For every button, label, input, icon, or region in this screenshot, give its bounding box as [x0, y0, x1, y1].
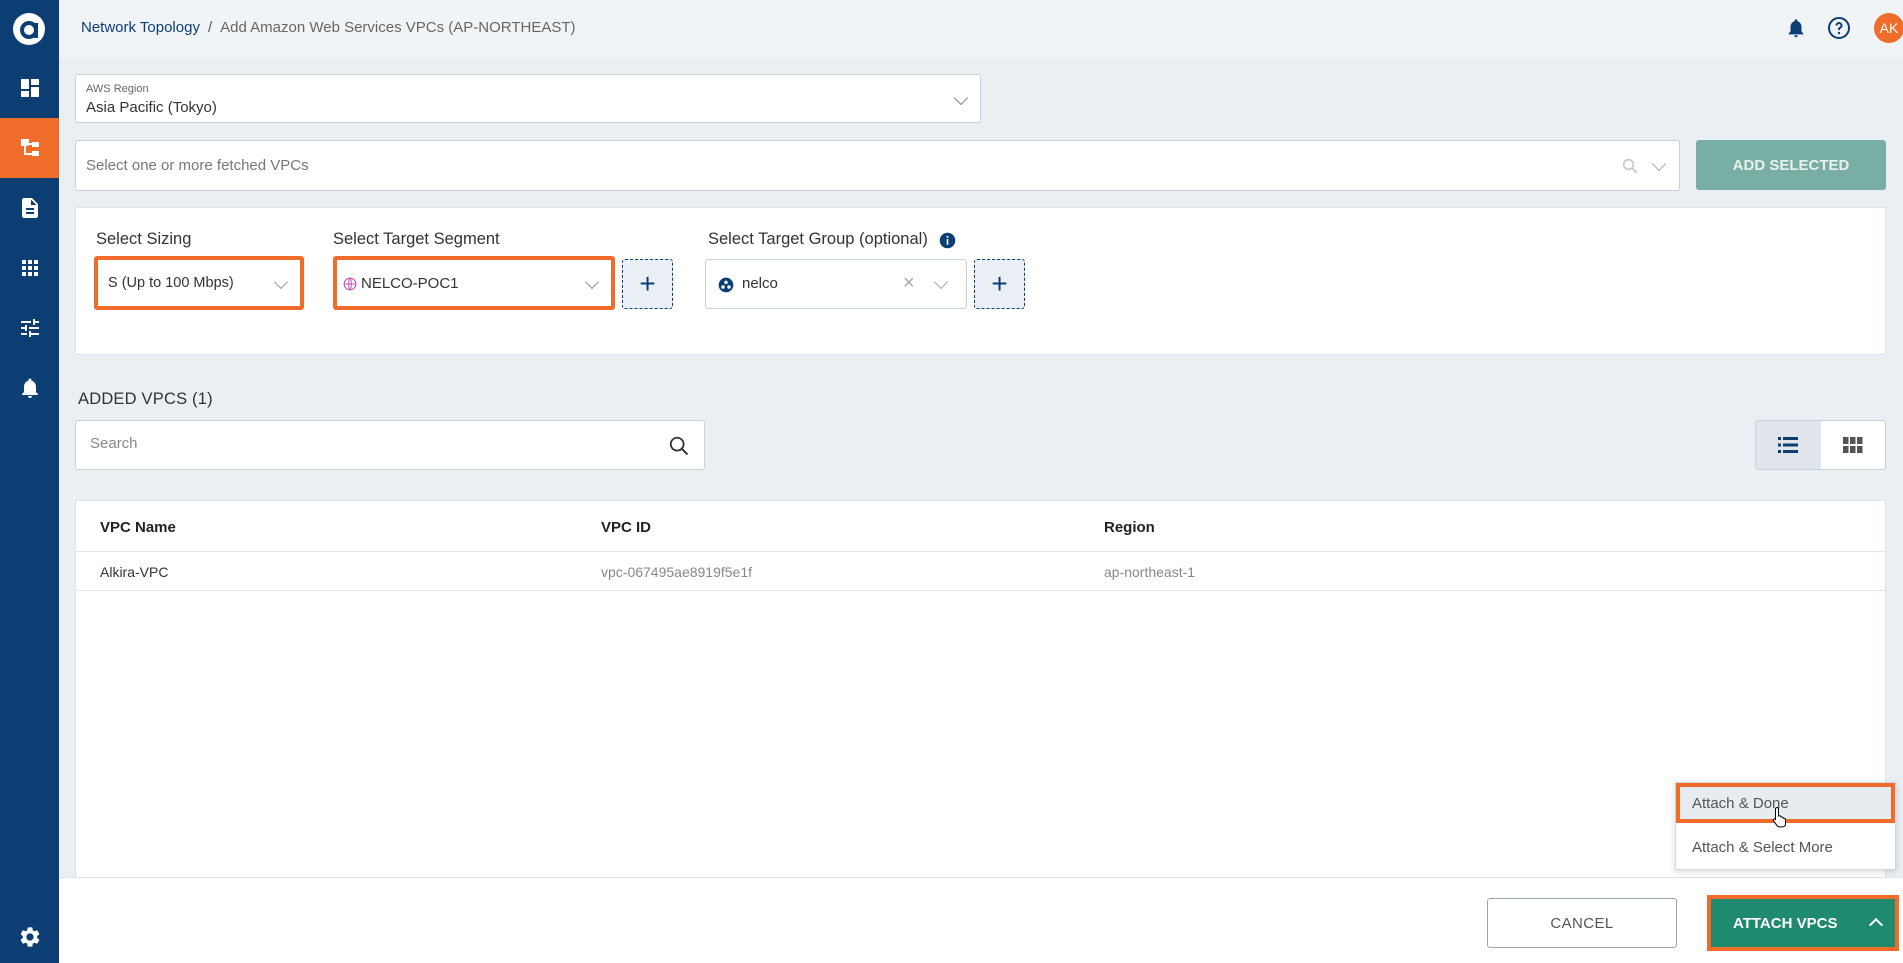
dashboard-icon — [20, 79, 39, 97]
chevron-up-icon[interactable] — [1868, 917, 1884, 933]
attach-vpcs-label: ATTACH VPCS — [1733, 915, 1838, 932]
network-topology-icon — [20, 139, 39, 156]
plus-icon: + — [639, 268, 656, 299]
select-target-group-title: Select Target Group (optional) — [708, 230, 928, 248]
hand-cursor-icon — [1772, 806, 1786, 828]
breadcrumb-separator: / — [207, 19, 213, 36]
chevron-down-icon — [584, 274, 600, 290]
target-segment-select[interactable]: NELCO-POC1 — [333, 256, 615, 310]
aws-region-select[interactable]: AWS Region Asia Pacific (Tokyo) — [75, 74, 981, 123]
column-header-vpc-id[interactable]: VPC ID — [601, 519, 651, 536]
search-icon[interactable] — [668, 435, 690, 457]
top-header: Network Topology / Add Amazon Web Servic… — [59, 0, 1903, 58]
breadcrumb: Network Topology / Add Amazon Web Servic… — [81, 19, 576, 36]
aws-region-value: Asia Pacific (Tokyo) — [86, 99, 217, 116]
document-icon — [21, 198, 38, 218]
view-toggle — [1755, 420, 1886, 470]
notifications-bell-icon[interactable] — [1783, 15, 1809, 41]
chevron-down-icon — [1651, 156, 1667, 172]
alkira-logo[interactable] — [12, 12, 46, 46]
breadcrumb-network-topology[interactable]: Network Topology — [81, 19, 200, 36]
info-icon[interactable] — [939, 232, 956, 249]
add-segment-button[interactable]: + — [622, 259, 673, 309]
aws-region-label: AWS Region — [86, 83, 149, 95]
clear-icon[interactable]: × — [903, 272, 915, 295]
vpc-id-cell: vpc-067495ae8919f5e1f — [601, 564, 753, 580]
bell-icon — [21, 378, 38, 398]
list-view-button[interactable] — [1756, 421, 1821, 469]
target-group-select[interactable]: nelco × — [705, 259, 967, 309]
fetched-vpcs-select[interactable]: Select one or more fetched VPCs — [75, 140, 1680, 191]
attach-vpcs-button[interactable]: ATTACH VPCS — [1707, 895, 1899, 951]
column-header-region[interactable]: Region — [1104, 519, 1155, 536]
breadcrumb-current: Add Amazon Web Services VPCs (AP-NORTHEA… — [220, 19, 576, 36]
list-view-icon — [1778, 437, 1799, 453]
sizing-value: S (Up to 100 Mbps) — [108, 275, 234, 291]
sidebar-item-policies[interactable] — [0, 298, 59, 358]
target-segment-value: NELCO-POC1 — [361, 275, 459, 292]
cancel-button[interactable]: CANCEL — [1487, 898, 1677, 948]
globe-icon — [343, 277, 357, 291]
sidebar-item-dashboard[interactable] — [0, 58, 59, 118]
user-avatar[interactable]: AK — [1874, 13, 1903, 43]
sidebar-item-network-topology[interactable] — [0, 118, 59, 178]
vpc-name-cell: Alkira-VPC — [100, 564, 169, 580]
sidebar — [0, 0, 59, 963]
search-icon — [1622, 158, 1638, 174]
vpc-config-panel: Select Sizing S (Up to 100 Mbps) Select … — [75, 207, 1886, 355]
region-cell: ap-northeast-1 — [1104, 564, 1196, 580]
add-group-button[interactable]: + — [974, 259, 1025, 309]
added-vpcs-table: VPC Name VPC ID Region Alkira-VPC vpc-06… — [75, 500, 1886, 878]
menu-item-attach-select-more[interactable]: Attach & Select More — [1676, 827, 1895, 867]
chevron-down-icon — [933, 274, 949, 290]
sidebar-item-settings[interactable] — [0, 907, 59, 963]
plus-icon: + — [991, 268, 1008, 299]
sliders-icon — [20, 319, 39, 337]
chevron-down-icon — [273, 274, 289, 290]
apps-grid-icon — [21, 260, 38, 276]
vpc-search-input[interactable] — [90, 435, 650, 452]
help-icon[interactable] — [1826, 15, 1852, 41]
vpc-search-box[interactable] — [75, 420, 705, 470]
added-vpcs-title: ADDED VPCS (1) — [78, 390, 213, 408]
add-selected-button[interactable]: ADD SELECTED — [1696, 140, 1886, 190]
chevron-down-icon — [953, 90, 969, 106]
sidebar-item-alerts[interactable] — [0, 358, 59, 418]
target-group-value: nelco — [742, 275, 778, 292]
grid-view-button[interactable] — [1821, 421, 1886, 469]
select-sizing-title: Select Sizing — [96, 230, 192, 248]
fetched-vpcs-placeholder: Select one or more fetched VPCs — [86, 157, 309, 174]
settings-gear-icon — [20, 927, 39, 947]
select-target-segment-title: Select Target Segment — [333, 230, 500, 248]
group-icon — [718, 277, 734, 293]
table-row[interactable]: Alkira-VPC vpc-067495ae8919f5e1f ap-nort… — [76, 551, 1885, 591]
grid-view-icon — [1842, 437, 1863, 453]
sidebar-item-documents[interactable] — [0, 178, 59, 238]
sidebar-item-apps[interactable] — [0, 238, 59, 298]
column-header-vpc-name[interactable]: VPC Name — [100, 519, 176, 536]
sizing-select[interactable]: S (Up to 100 Mbps) — [94, 256, 304, 310]
